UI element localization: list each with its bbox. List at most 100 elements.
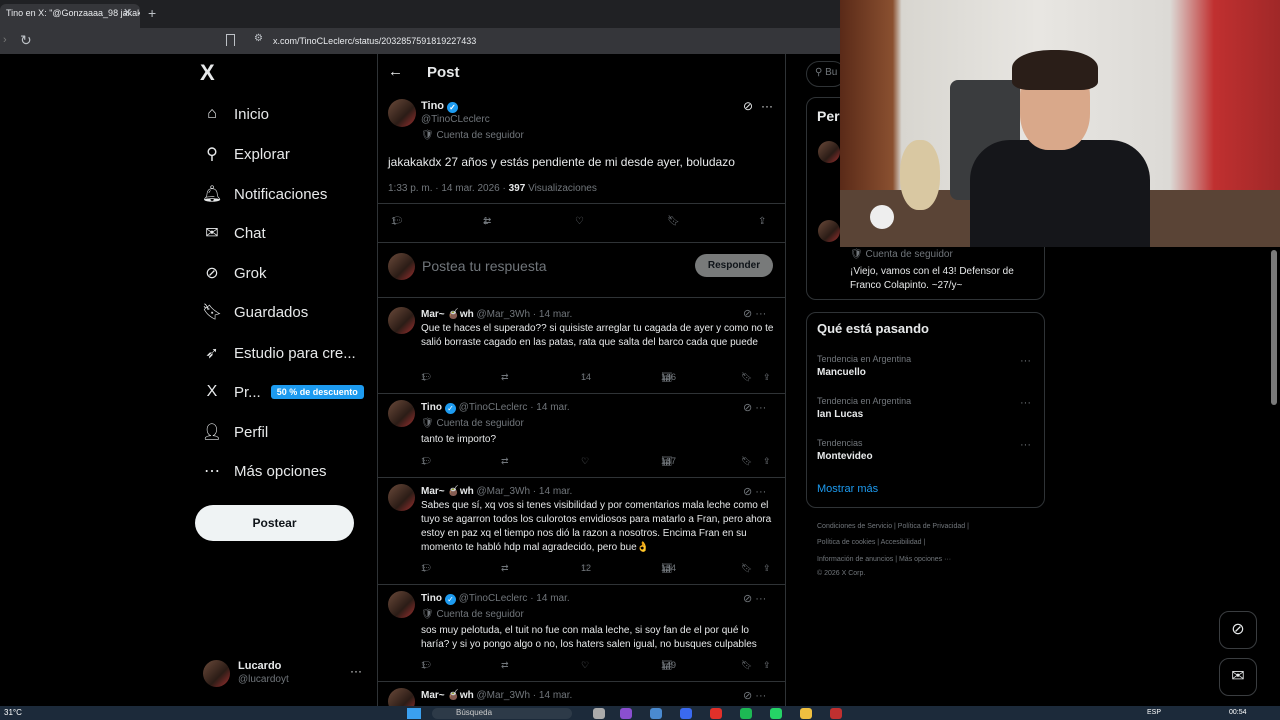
nav-item-inicio[interactable]: ⌂ Inicio: [200, 100, 269, 128]
grok-icon[interactable]: ⊘: [743, 308, 752, 320]
nav-item-grok[interactable]: ⊘ Grok: [200, 259, 266, 287]
post-button[interactable]: Postear: [195, 505, 354, 541]
avatar[interactable]: [388, 99, 416, 127]
nav-item-estudio[interactable]: ➶ Estudio para cre...: [200, 339, 355, 367]
bookmark-page-icon[interactable]: [226, 34, 235, 46]
post-time[interactable]: 1:33 p. m. · 14 mar. 2026 ·: [388, 183, 509, 194]
bookmark-icon[interactable]: 🔖︎: [741, 456, 752, 467]
nav-item-perfil[interactable]: 👤︎ Perfil: [200, 418, 268, 446]
more-icon[interactable]: ···: [755, 486, 766, 498]
reply-input[interactable]: Postea tu respuesta: [422, 258, 547, 274]
more-icon[interactable]: ···: [755, 593, 766, 605]
browser-tab[interactable]: Tino en X: "@Gonzaaaa_98 jakaka: [0, 4, 140, 28]
reply-author-name[interactable]: Tino: [421, 593, 442, 604]
more-icon[interactable]: ···: [755, 690, 766, 702]
bookmark-icon[interactable]: 🔖︎: [741, 372, 752, 383]
more-icon[interactable]: ···: [1020, 397, 1031, 409]
url-field[interactable]: x.com/TinoCLeclerc/status/20328575918192…: [273, 36, 476, 46]
avatar[interactable]: [388, 591, 415, 618]
taskbar-search[interactable]: Búsqueda: [432, 708, 572, 719]
scrollbar[interactable]: [1271, 250, 1277, 405]
like-icon[interactable]: ♡: [575, 216, 584, 227]
trend-item[interactable]: Montevideo: [817, 451, 873, 462]
windows-start-icon[interactable]: [407, 708, 421, 719]
repost-icon[interactable]: ⇄: [501, 563, 509, 574]
reply-author-handle[interactable]: @TinoCLeclerc · 14 mar.: [459, 593, 570, 604]
bookmark-icon[interactable]: 🔖︎: [667, 216, 680, 227]
nav-item-premium[interactable]: X Pr... 50 % de descuento: [200, 378, 364, 406]
site-info-icon[interactable]: ⚙: [254, 33, 263, 44]
account-switcher[interactable]: Lucardo @lucardoyt ···: [203, 658, 373, 688]
x-logo-icon[interactable]: X: [200, 60, 215, 86]
avatar[interactable]: [388, 400, 415, 427]
reply-author-handle[interactable]: @Mar_3Wh · 14 mar.: [477, 309, 573, 320]
bookmark-icon[interactable]: 🔖︎: [741, 660, 752, 671]
weather-temp[interactable]: 31°C: [4, 708, 22, 717]
taskbar-app-icon[interactable]: [650, 708, 662, 719]
show-more-link[interactable]: Mostrar más: [817, 483, 878, 495]
taskbar-app-icon[interactable]: [710, 708, 722, 719]
spotify-icon[interactable]: [740, 708, 752, 719]
footer-links[interactable]: Condiciones de Servicio | Política de Pr…: [817, 523, 969, 530]
share-icon[interactable]: ⇪: [763, 660, 771, 671]
share-icon[interactable]: ⇪: [763, 372, 771, 383]
back-arrow-icon[interactable]: ←: [388, 63, 403, 80]
avatar[interactable]: [818, 220, 840, 242]
avatar[interactable]: [388, 307, 415, 334]
nav-item-chat[interactable]: ✉ Chat: [200, 219, 265, 247]
share-icon[interactable]: ⇪: [763, 563, 771, 574]
folder-icon[interactable]: [800, 708, 812, 719]
trend-item[interactable]: Ian Lucas: [817, 409, 863, 420]
footer-links[interactable]: Política de cookies | Accesibilidad |: [817, 539, 925, 546]
reply-author-handle[interactable]: @Mar_3Wh · 14 mar.: [477, 690, 573, 701]
trend-item[interactable]: Mancuello: [817, 367, 866, 378]
reply-author-handle[interactable]: @Mar_3Wh · 14 mar.: [477, 486, 573, 497]
like-icon[interactable]: ♡: [581, 660, 589, 671]
reply-button[interactable]: Responder: [695, 254, 773, 277]
grok-icon[interactable]: ⊘: [743, 402, 752, 414]
share-icon[interactable]: ⇪: [758, 216, 766, 227]
more-icon[interactable]: ···: [1020, 439, 1031, 451]
reply-author-name[interactable]: Tino: [421, 402, 442, 413]
tab-close-icon[interactable]: ✕: [123, 6, 132, 19]
nav-item-explorar[interactable]: ⚲ Explorar: [200, 140, 290, 168]
taskbar-app-icon[interactable]: [620, 708, 632, 719]
forward-icon[interactable]: ›: [3, 34, 7, 46]
grok-icon[interactable]: ⊘: [743, 690, 752, 702]
grok-icon[interactable]: ⊘: [743, 99, 753, 113]
taskbar-app-icon[interactable]: [680, 708, 692, 719]
grok-icon[interactable]: ⊘: [743, 593, 752, 605]
more-icon[interactable]: ···: [761, 99, 773, 113]
reply-author-name[interactable]: Mar~ 🧉wh: [421, 690, 474, 701]
clock[interactable]: 00:54: [1229, 709, 1247, 716]
more-icon[interactable]: ···: [350, 664, 362, 678]
author-name[interactable]: Tino ✓: [421, 100, 459, 113]
grok-fab-button[interactable]: ⊘: [1219, 611, 1257, 649]
share-icon[interactable]: ⇪: [763, 456, 771, 467]
repost-icon[interactable]: ⇄: [501, 372, 509, 383]
taskbar-app-icon[interactable]: [830, 708, 842, 719]
author-handle[interactable]: @TinoCLeclerc: [421, 114, 490, 125]
more-icon[interactable]: ···: [755, 402, 766, 414]
grok-icon[interactable]: ⊘: [743, 486, 752, 498]
taskbar-app-icon[interactable]: [593, 708, 605, 719]
nav-item-notificaciones[interactable]: 🔔︎ Notificaciones: [200, 180, 328, 208]
more-icon[interactable]: ···: [755, 308, 766, 320]
messages-fab-button[interactable]: ✉: [1219, 658, 1257, 696]
more-icon[interactable]: ···: [1020, 355, 1031, 367]
footer-links[interactable]: Información de anuncios | Más opciones ·…: [817, 556, 951, 563]
whatsapp-icon[interactable]: [770, 708, 782, 719]
avatar[interactable]: [388, 484, 415, 511]
language-indicator[interactable]: ESP: [1147, 709, 1161, 716]
reply-author-handle[interactable]: @TinoCLeclerc · 14 mar.: [459, 402, 570, 413]
new-tab-icon[interactable]: +: [148, 5, 156, 21]
avatar[interactable]: [818, 141, 840, 163]
reply-author-name[interactable]: Mar~ 🧉wh: [421, 309, 474, 320]
repost-icon[interactable]: ⇄: [501, 456, 509, 467]
nav-item-mas-opciones[interactable]: ⋯ Más opciones: [200, 457, 327, 485]
reply-author-name[interactable]: Mar~ 🧉wh: [421, 486, 474, 497]
reload-icon[interactable]: ↻: [20, 32, 32, 49]
like-icon[interactable]: ♡: [581, 456, 589, 467]
bookmark-icon[interactable]: 🔖︎: [741, 563, 752, 574]
repost-icon[interactable]: ⇄: [501, 660, 509, 671]
